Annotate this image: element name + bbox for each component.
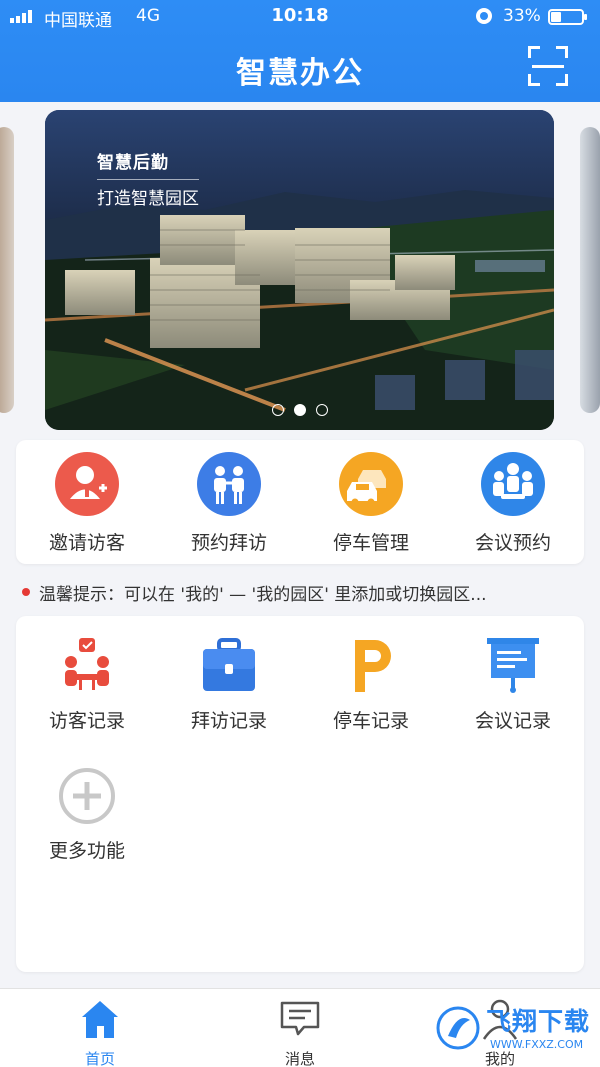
banner-next-peek[interactable]: [580, 127, 600, 413]
meeting-booking-icon: [481, 452, 545, 516]
tab-messages[interactable]: 消息: [240, 997, 360, 1067]
parking-record-icon: [341, 636, 401, 696]
more-functions-button[interactable]: 更多功能: [17, 766, 157, 863]
appointment-visit-label: 预约拜访: [190, 532, 267, 554]
watermark-sub-text: WWW.FXXZ.COM: [490, 1038, 584, 1051]
parking-management-label: 停车管理: [332, 532, 409, 554]
visitor-record-icon: [57, 636, 117, 696]
parking-management-button[interactable]: 停车管理: [301, 452, 441, 555]
battery-icon: [548, 9, 587, 25]
meeting-record-label: 会议记录: [474, 710, 551, 732]
notice-bar[interactable]: 温馨提示：可以在 '我的' — '我的园区' 里添加或切换园区...: [22, 580, 582, 605]
parking-record-button[interactable]: 停车记录: [301, 636, 441, 733]
visit-record-icon: [199, 636, 259, 696]
tab-messages-label: 消息: [284, 1050, 315, 1067]
notice-dot-icon: [22, 588, 30, 596]
visitor-record-label: 访客记录: [48, 710, 125, 732]
site-watermark: 飞翔下载 WWW.FXXZ.COM: [432, 998, 592, 1058]
meeting-record-button[interactable]: 会议记录: [443, 636, 583, 733]
message-icon: [278, 997, 322, 1041]
watermark-main-text: 飞翔下载: [486, 1007, 591, 1036]
banner-caption: 智慧后勤 打造智慧园区: [97, 148, 199, 209]
scan-icon[interactable]: [528, 46, 568, 86]
carousel-dot[interactable]: [315, 404, 328, 416]
carousel-dot[interactable]: [271, 404, 284, 416]
meeting-record-icon: [483, 636, 543, 696]
meeting-booking-button[interactable]: 会议预约: [443, 452, 583, 555]
banner-subline: 打造智慧园区: [97, 179, 199, 209]
invite-visitor-button[interactable]: 邀请访客: [17, 452, 157, 555]
more-functions-label: 更多功能: [48, 840, 125, 862]
alarm-icon: [476, 8, 492, 24]
invite-visitor-label: 邀请访客: [48, 532, 125, 554]
more-functions-icon: [57, 766, 117, 826]
tab-home[interactable]: 首页: [40, 997, 160, 1067]
tab-home-label: 首页: [84, 1050, 115, 1067]
parking-record-label: 停车记录: [332, 710, 409, 732]
status-bar: 中国联通 4G 10:18 33%: [0, 0, 600, 34]
carousel-indicator: [45, 404, 554, 416]
visitor-record-button[interactable]: 访客记录: [17, 636, 157, 733]
appointment-visit-button[interactable]: 预约拜访: [159, 452, 299, 555]
home-icon: [78, 997, 122, 1041]
page-title: 智慧办公: [236, 56, 364, 91]
invite-visitor-icon: [55, 452, 119, 516]
meeting-booking-label: 会议预约: [474, 532, 551, 554]
visit-record-label: 拜访记录: [190, 710, 267, 732]
banner-headline: 智慧后勤: [97, 153, 169, 173]
appointment-visit-icon: [197, 452, 261, 516]
parking-management-icon: [339, 452, 403, 516]
visit-record-button[interactable]: 拜访记录: [159, 636, 299, 733]
carousel-dot-active[interactable]: [293, 404, 306, 416]
notice-text: 温馨提示：可以在 '我的' — '我的园区' 里添加或切换园区...: [39, 584, 487, 605]
quick-actions-card: 邀请访客 预约拜访 停车管理 会议预约: [16, 440, 584, 564]
app-header: 中国联通 4G 10:18 33% 智慧办公: [0, 0, 600, 102]
banner-carousel[interactable]: 智慧后勤 打造智慧园区: [45, 110, 554, 430]
banner-prev-peek[interactable]: [0, 127, 14, 413]
battery-percent: 33%: [503, 6, 541, 26]
functions-card: 访客记录 拜访记录 停车记录 会议记录 更多功能: [16, 616, 584, 972]
